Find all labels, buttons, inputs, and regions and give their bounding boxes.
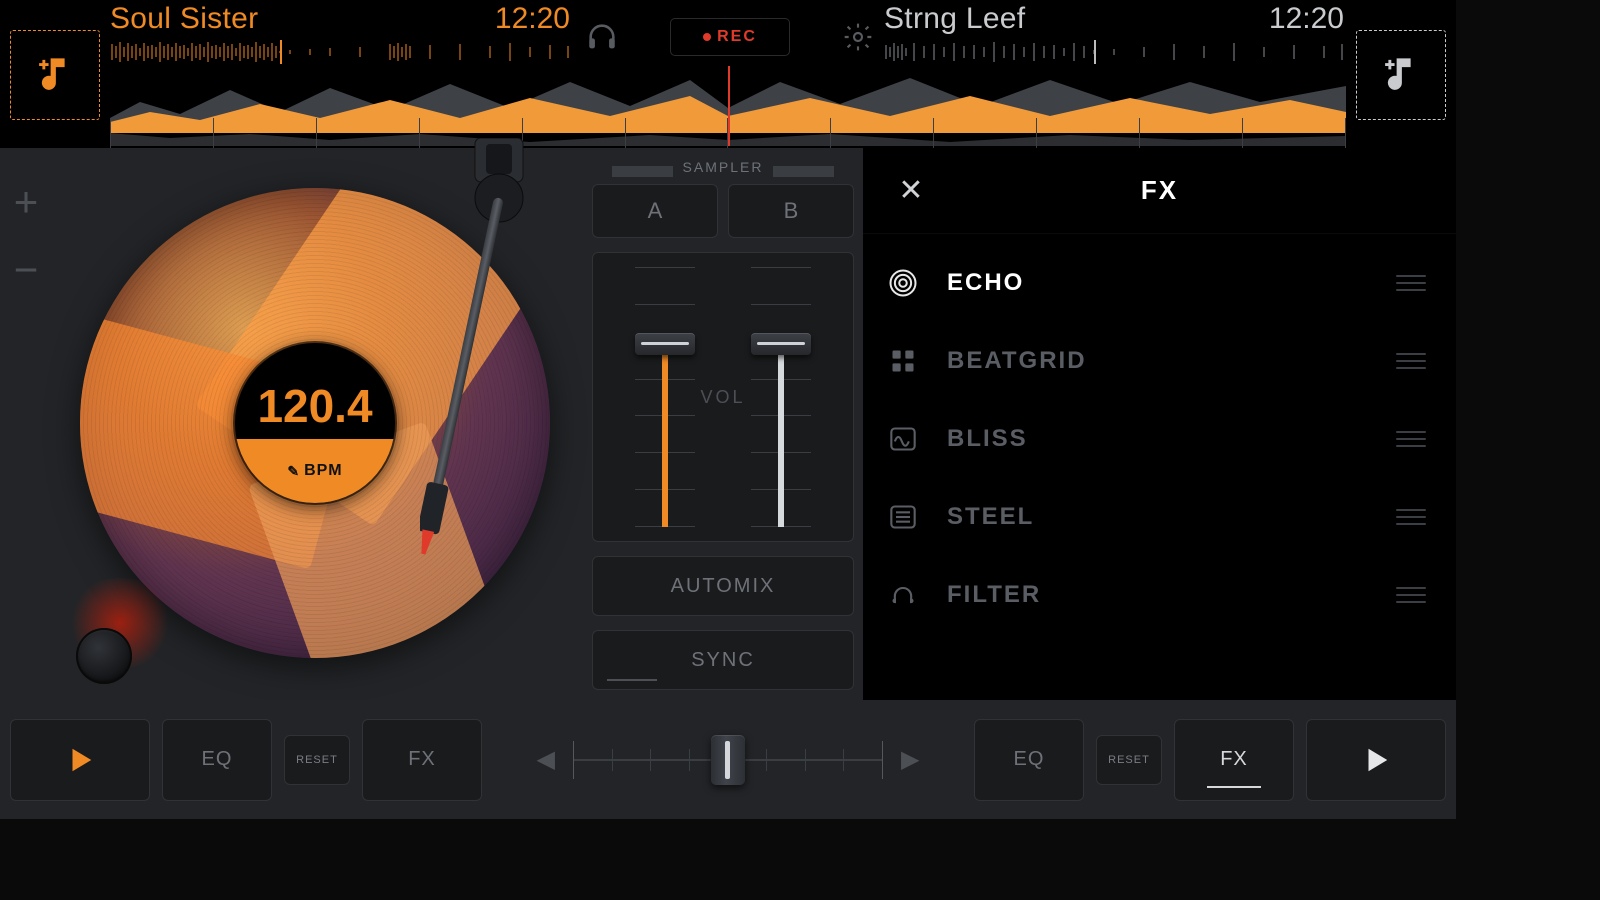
sampler-b-button[interactable]: B bbox=[728, 184, 854, 238]
fx-item-label: ECHO bbox=[947, 269, 1370, 297]
record-button[interactable]: REC bbox=[670, 18, 790, 56]
tempo-plus-minus[interactable]: + − bbox=[10, 178, 42, 294]
headphones-icon[interactable] bbox=[580, 15, 624, 59]
plus-icon[interactable]: + bbox=[14, 178, 39, 226]
sync-button[interactable]: SYNC bbox=[592, 630, 854, 690]
main-area: + − 120.4 BPM SAMPLER A B VOL bbox=[0, 148, 1456, 700]
grid-icon bbox=[885, 343, 921, 379]
bpm-label: BPM bbox=[235, 439, 395, 503]
deck-b-overview-waveform[interactable] bbox=[884, 40, 1344, 64]
headphones-small-icon bbox=[885, 577, 921, 613]
sampler-a-button[interactable]: A bbox=[592, 184, 718, 238]
fx-item-bliss[interactable]: BLISS bbox=[863, 400, 1456, 478]
svg-text:+: + bbox=[39, 57, 48, 74]
deck-b-track-name: Strng Leef bbox=[884, 2, 1025, 36]
fx-item-label: STEEL bbox=[947, 503, 1370, 531]
chevron-right-icon[interactable]: ▶ bbox=[901, 745, 919, 774]
fx-item-beatgrid[interactable]: BEATGRID bbox=[863, 322, 1456, 400]
vol-label: VOL bbox=[593, 387, 853, 408]
deck-a-eq-button[interactable]: EQ bbox=[162, 719, 272, 801]
bpm-value: 120.4 bbox=[235, 343, 395, 439]
deck-a-volume-fader[interactable] bbox=[635, 267, 695, 527]
deck-b-eq-button[interactable]: EQ bbox=[974, 719, 1084, 801]
top-strip: + + Soul Sister 12:20 Strng Leef 12:20 bbox=[0, 0, 1456, 148]
wave-icon bbox=[885, 421, 921, 457]
deck-b-track-info: Strng Leef 12:20 bbox=[884, 2, 1344, 36]
pitch-knob[interactable] bbox=[76, 628, 132, 684]
deck-b-track-time: 12:20 bbox=[1269, 2, 1344, 36]
beat-grid-ticks bbox=[110, 118, 1346, 148]
drag-handle-icon[interactable] bbox=[1396, 275, 1426, 291]
record-label: REC bbox=[717, 28, 757, 46]
deck-b-fx-button[interactable]: FX bbox=[1174, 719, 1294, 801]
crossfader[interactable] bbox=[573, 733, 883, 787]
fx-item-steel[interactable]: STEEL bbox=[863, 478, 1456, 556]
center-mixer: SAMPLER A B VOL AUTOMIX SYNC bbox=[592, 156, 854, 692]
deck-a-play-button[interactable] bbox=[10, 719, 150, 801]
spiral-icon bbox=[885, 265, 921, 301]
drag-handle-icon[interactable] bbox=[1396, 431, 1426, 447]
crossfader-zone: ◀ ▶ bbox=[494, 719, 962, 801]
top-center-controls: REC bbox=[580, 10, 880, 64]
fx-panel: ✕ FX ECHO BEATGRID BLISS STEEL bbox=[863, 148, 1456, 700]
deck-b-play-button[interactable] bbox=[1306, 719, 1446, 801]
add-track-deck-b-button[interactable]: + bbox=[1356, 30, 1446, 120]
settings-icon[interactable] bbox=[836, 15, 880, 59]
record-dot-icon bbox=[703, 33, 711, 41]
play-icon bbox=[65, 745, 95, 775]
deck-a-overview-waveform[interactable] bbox=[110, 40, 570, 64]
minus-icon[interactable]: − bbox=[14, 246, 39, 294]
drag-handle-icon[interactable] bbox=[1396, 353, 1426, 369]
svg-text:+: + bbox=[1385, 57, 1394, 74]
fx-panel-title: FX bbox=[893, 175, 1426, 206]
fx-item-filter[interactable]: FILTER bbox=[863, 556, 1456, 634]
deck-b-volume-fader[interactable] bbox=[751, 267, 811, 527]
sampler-label: SAMPLER bbox=[592, 156, 854, 178]
deck-b-reset-button[interactable]: RESET bbox=[1096, 735, 1162, 785]
deck-a-reset-button[interactable]: RESET bbox=[284, 735, 350, 785]
drag-handle-icon[interactable] bbox=[1396, 509, 1426, 525]
chevron-left-icon[interactable]: ◀ bbox=[537, 745, 555, 774]
drag-handle-icon[interactable] bbox=[1396, 587, 1426, 603]
crossfader-cap[interactable] bbox=[711, 735, 745, 785]
bottom-bar: EQ RESET FX ◀ ▶ EQ RESET FX bbox=[0, 700, 1456, 819]
automix-button[interactable]: AUTOMIX bbox=[592, 556, 854, 616]
fx-item-echo[interactable]: ECHO bbox=[863, 244, 1456, 322]
deck-a-fx-button[interactable]: FX bbox=[362, 719, 482, 801]
fx-list: ECHO BEATGRID BLISS STEEL FILTER bbox=[863, 234, 1456, 644]
play-icon bbox=[1361, 745, 1391, 775]
deck-a-track-info: Soul Sister 12:20 bbox=[110, 2, 570, 36]
deck-a-turntable: + − 120.4 BPM bbox=[0, 148, 590, 700]
volume-faders-panel: VOL bbox=[592, 252, 854, 542]
lines-icon bbox=[885, 499, 921, 535]
fx-item-label: BEATGRID bbox=[947, 347, 1370, 375]
deck-a-track-name: Soul Sister bbox=[110, 2, 258, 36]
fx-item-label: FILTER bbox=[947, 581, 1370, 609]
fx-item-label: BLISS bbox=[947, 425, 1370, 453]
bpm-hub[interactable]: 120.4 BPM bbox=[235, 343, 395, 503]
deck-a-track-time: 12:20 bbox=[495, 2, 570, 36]
add-track-deck-a-button[interactable]: + bbox=[10, 30, 100, 120]
